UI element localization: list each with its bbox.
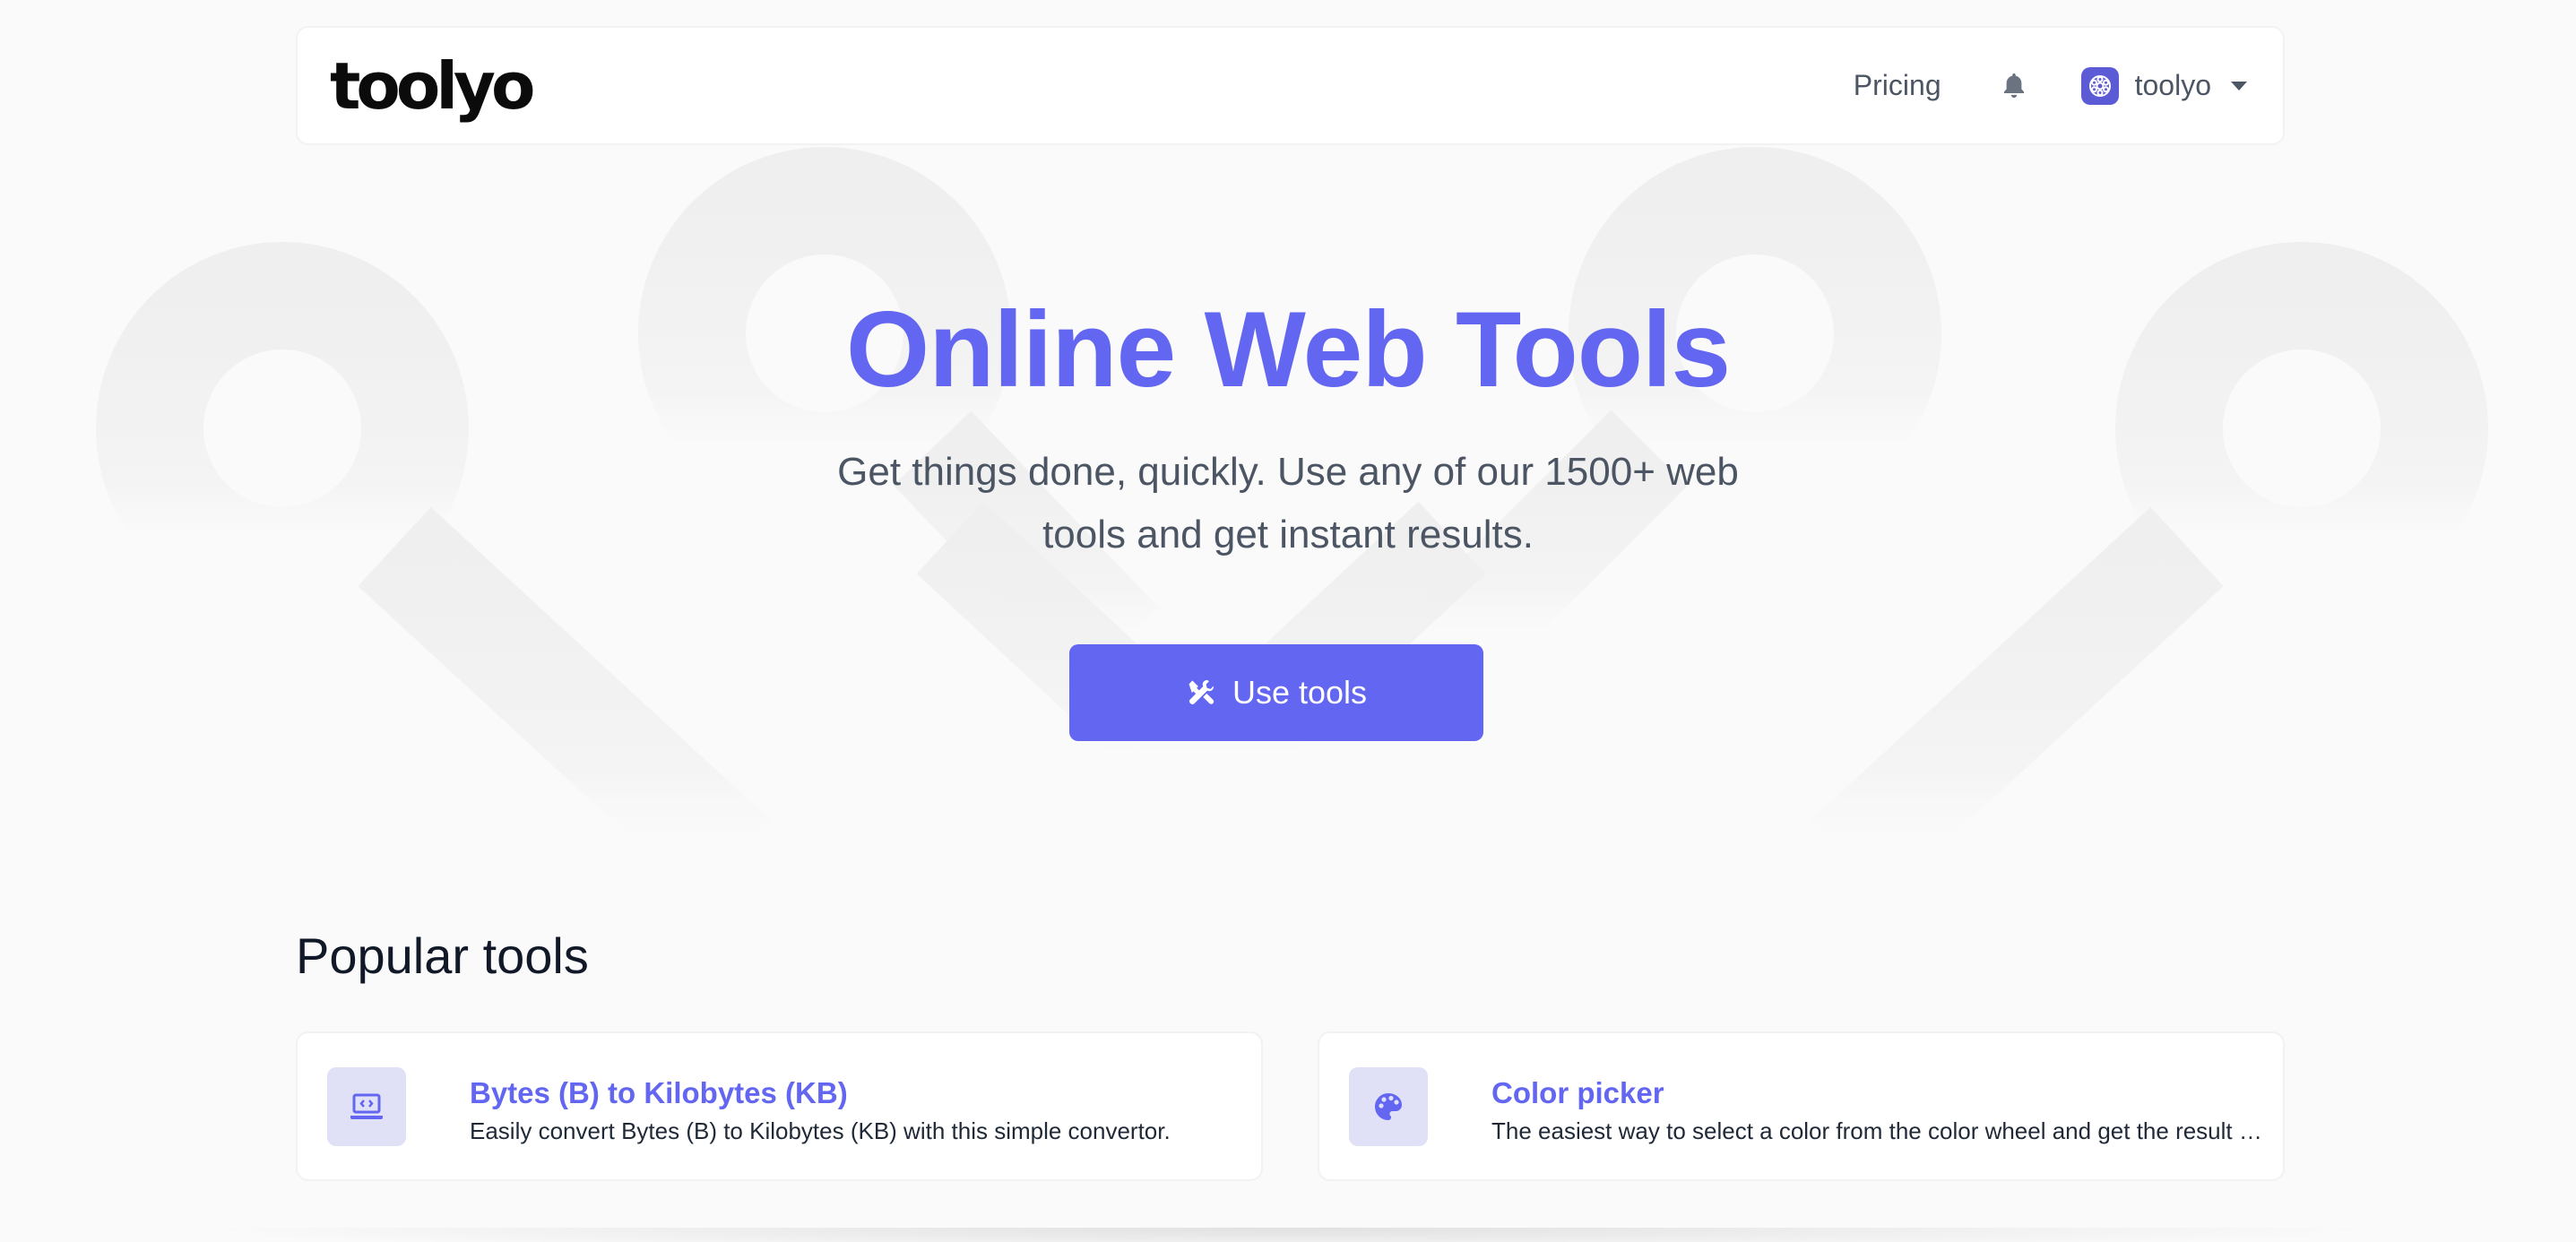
bell-icon[interactable] xyxy=(1999,71,2029,101)
tool-card-color-picker[interactable]: Color picker The easiest way to select a… xyxy=(1318,1031,2285,1181)
use-tools-button[interactable]: Use tools xyxy=(1069,644,1483,741)
popular-tools-title: Popular tools xyxy=(296,927,589,984)
hero-subtitle: Get things done, quickly. Use any of our… xyxy=(837,450,1739,556)
chevron-down-icon xyxy=(2231,81,2247,91)
navbar: toolyo Pricing toolyo xyxy=(296,26,2285,145)
use-tools-label: Use tools xyxy=(1232,674,1368,711)
tool-card-description: Easily convert Bytes (B) to Kilobytes (K… xyxy=(470,1117,1171,1144)
nav-right: Pricing toolyo xyxy=(1854,28,2247,143)
avatar xyxy=(2080,66,2119,105)
bottom-shadow xyxy=(179,1228,2397,1242)
laptop-code-icon xyxy=(327,1067,406,1146)
tool-card-title: Bytes (B) to Kilobytes (KB) xyxy=(470,1076,848,1109)
hero: Online Web Tools Get things done, quickl… xyxy=(0,296,2576,566)
snowflake-icon xyxy=(2088,74,2111,97)
page: toolyo Pricing toolyo Online Web Tools G… xyxy=(0,0,2576,1242)
username: toolyo xyxy=(2134,69,2211,101)
pricing-link[interactable]: Pricing xyxy=(1854,69,1941,102)
tool-card-description: The easiest way to select a color from t… xyxy=(1491,1117,2262,1144)
tool-card-title: Color picker xyxy=(1491,1076,1664,1109)
user-menu[interactable]: toolyo xyxy=(2080,66,2247,105)
hero-title: Online Web Tools xyxy=(845,289,1731,410)
tool-card-bytes-to-kilobytes[interactable]: Bytes (B) to Kilobytes (KB) Easily conve… xyxy=(296,1031,1263,1181)
palette-icon xyxy=(1349,1067,1428,1146)
tools-icon xyxy=(1189,680,1215,705)
logo[interactable]: toolyo xyxy=(330,54,535,118)
